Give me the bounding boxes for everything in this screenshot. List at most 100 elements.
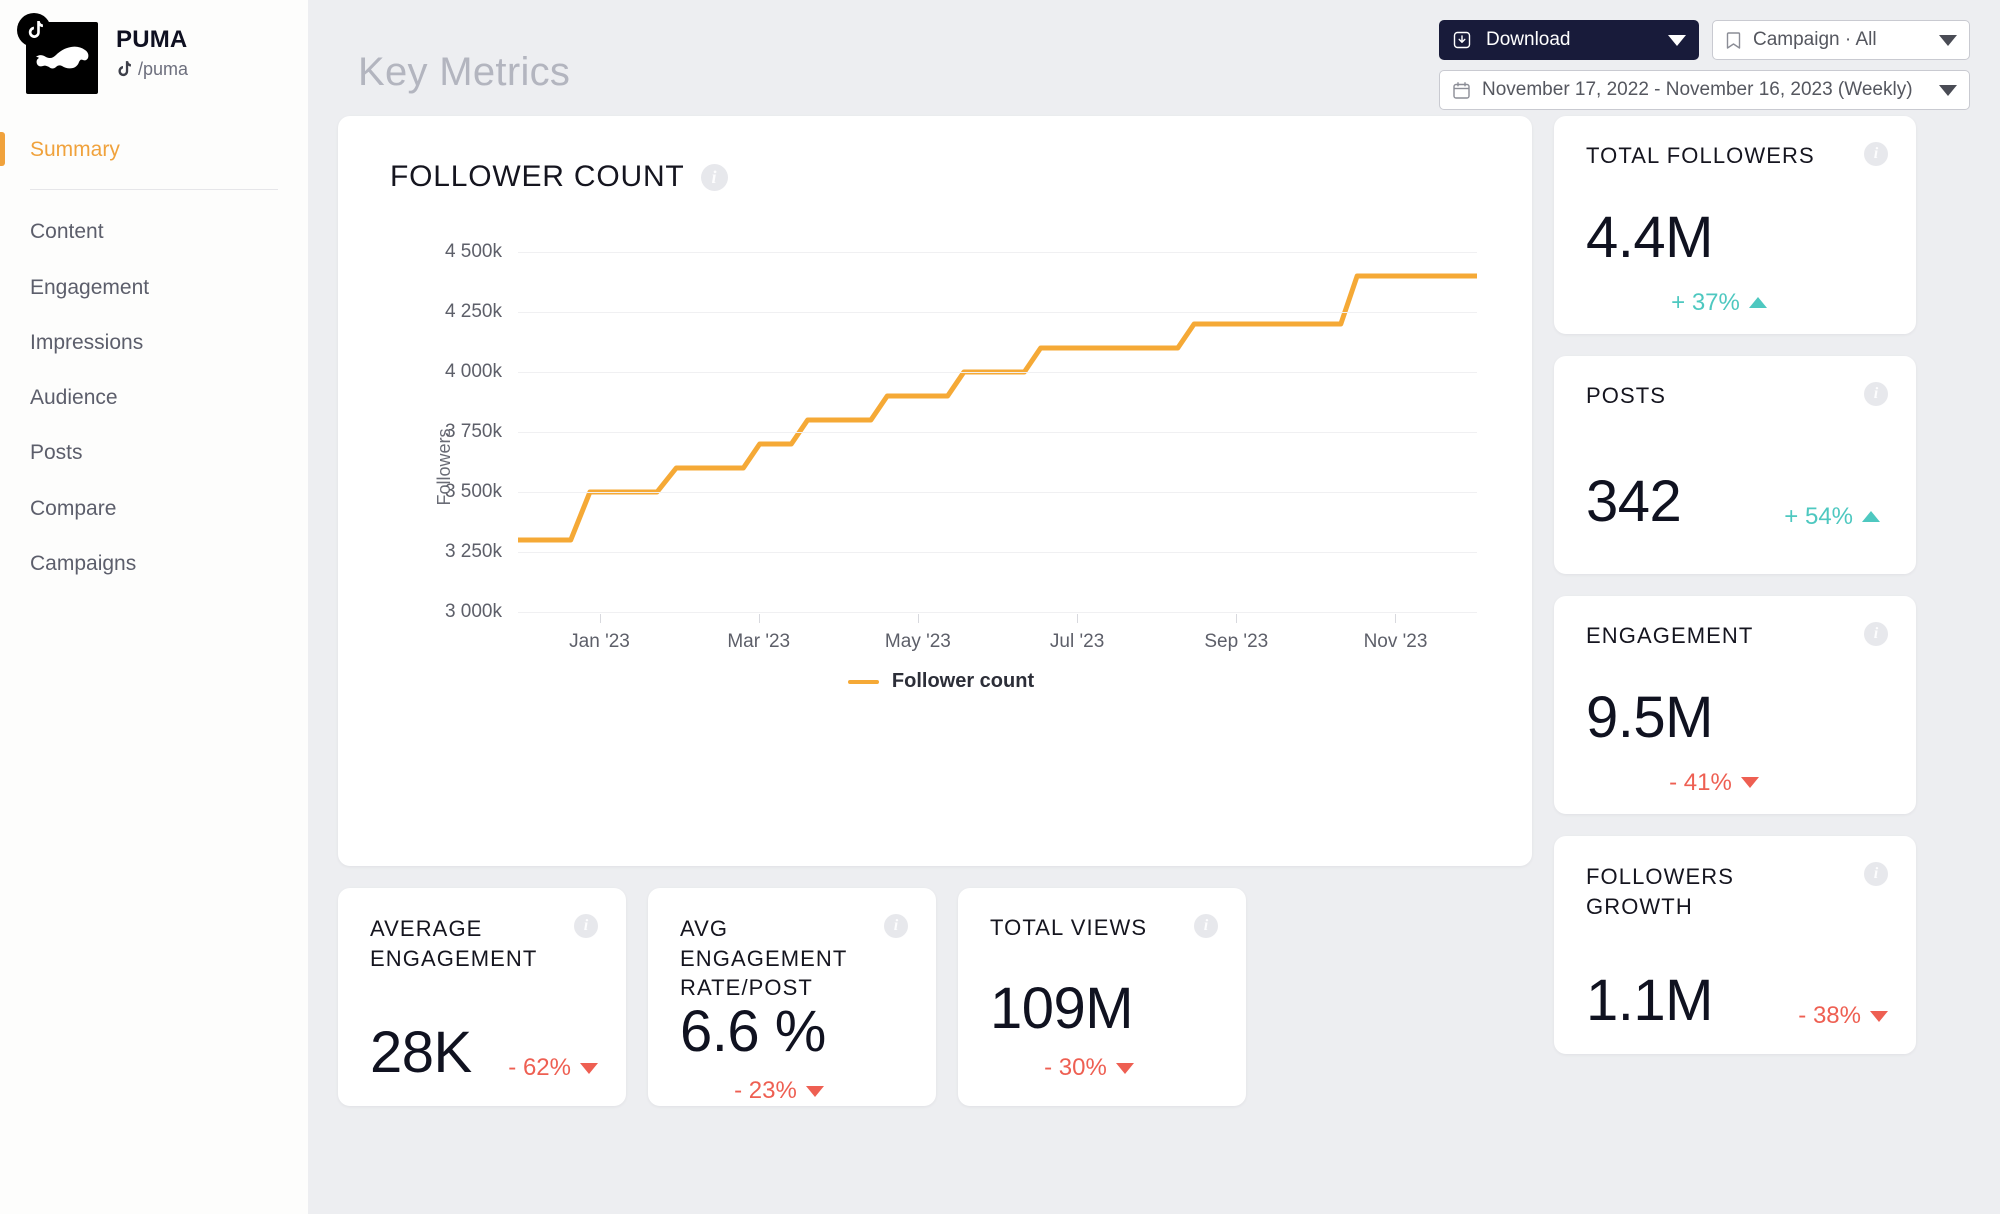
kpi-delta: + 54% [1784,503,1880,531]
sidebar-item-label: Campaigns [30,552,137,576]
info-icon[interactable]: i [1864,382,1888,406]
kpi-delta-row: - 30% [990,1054,1218,1082]
app-root: PUMA /puma Summary Content Engagement Im… [0,0,2000,1214]
gridline [518,252,1477,253]
kpi-total-views: TOTAL VIEWS i 109M - 30% [958,888,1246,1106]
right-column: TOTAL FOLLOWERS i 4.4M + 37% POSTS i 342… [1554,116,1916,1106]
x-axis-ticks: Jan '23 Mar '23 May '23 Jul '23 Sep '23 Nov '… [518,614,1477,654]
gridline [518,432,1477,433]
arrow-up-icon [1748,297,1767,309]
kpi-title: AVG ENGAGEMENT RATE/POST [680,916,848,1001]
topbar: Key Metrics Download Campaign · All Nove… [338,0,1970,116]
kpi-value: 342 [1586,468,1682,534]
kpi-delta: - 38% [1798,1002,1888,1030]
info-icon[interactable]: i [1194,914,1218,938]
gridline [518,372,1477,373]
y-axis-tick-label: 4 500k [444,241,502,262]
kpi-delta-text: - 41% [1669,768,1732,796]
sidebar-item-engagement[interactable]: Engagement [0,260,308,315]
chart-header: FOLLOWER COUNT i [390,160,1492,194]
kpi-total-followers: TOTAL FOLLOWERS i 4.4M + 37% [1554,116,1916,334]
kpi-delta-row: - 23% [680,1077,908,1105]
gridline [518,552,1477,553]
kpi-header: TOTAL VIEWS i [990,914,1218,943]
follower-count-chart-card: FOLLOWER COUNT i Followers 3 000k 3 250k 3… [338,116,1532,866]
profile-block: PUMA /puma [0,0,308,94]
sidebar-item-label: Compare [30,496,117,520]
profile-name: PUMA [116,26,188,53]
chart-title: FOLLOWER COUNT [390,160,685,193]
profile-text: PUMA /puma [98,22,188,80]
sidebar-item-label: Audience [30,386,118,410]
chevron-down-icon [1668,34,1686,46]
kpi-value: 28K [370,1020,472,1085]
follower-count-series [518,276,1477,540]
kpi-delta-text: + 37% [1671,288,1740,316]
kpi-value: 4.4M [1586,204,1713,270]
sidebar-item-label: Content [30,220,104,244]
kpi-delta-text: - 62% [508,1054,571,1081]
info-icon[interactable]: i [1864,622,1888,646]
x-axis-tick-label: Sep '23 [1204,631,1269,652]
bookmark-icon [1725,31,1742,50]
sidebar-item-audience[interactable]: Audience [0,370,308,425]
kpi-title: AVERAGE ENGAGEMENT [370,916,538,971]
page-title: Key Metrics [358,50,571,94]
sidebar-item-impressions[interactable]: Impressions [0,315,308,370]
kpi-header: TOTAL FOLLOWERS i [1586,142,1888,171]
kpi-header: AVERAGE ENGAGEMENT i [370,914,598,973]
arrow-down-icon [1740,777,1759,789]
sidebar-item-campaigns[interactable]: Campaigns [0,536,308,591]
kpi-delta-text: + 54% [1784,502,1853,530]
kpi-value-row: 28K - 62% [370,1024,598,1082]
date-range-value: November 17, 2022 - November 16, 2023 (W… [1482,79,1913,100]
y-axis-tick-label: 3 000k [444,601,502,622]
info-icon[interactable]: i [574,914,598,938]
kpi-delta-text: - 23% [734,1077,797,1105]
download-label: Download [1486,29,1571,50]
x-axis-tick-mark [599,614,601,623]
kpi-engagement: ENGAGEMENT i 9.5M - 41% [1554,596,1916,814]
sidebar: PUMA /puma Summary Content Engagement Im… [0,0,308,1214]
sidebar-divider [30,189,278,191]
calendar-icon [1452,81,1471,100]
y-axis-tick-label: 4 000k [444,361,502,382]
header-controls-row-2: November 17, 2022 - November 16, 2023 (W… [1439,70,1970,110]
sidebar-item-posts[interactable]: Posts [0,425,308,480]
kpi-delta: - 30% [1044,1054,1134,1082]
x-axis-tick-label: Jan '23 [569,631,630,652]
y-axis-ticks: 3 000k 3 250k 3 500k 3 750k 4 000k 4 250k 4 50… [390,241,502,622]
legend-label: Follower count [891,670,1035,692]
kpi-avg-engagement-rate-post: AVG ENGAGEMENT RATE/POST i 6.6 % - 23% [648,888,936,1106]
info-icon[interactable]: i [884,914,908,938]
date-range-select[interactable]: November 17, 2022 - November 16, 2023 (W… [1439,70,1970,110]
arrow-down-icon [1115,1062,1134,1074]
kpi-header: POSTS i [1586,382,1888,411]
download-button[interactable]: Download [1439,20,1699,60]
gridline [518,612,1477,613]
kpi-posts: POSTS i 342 + 54% [1554,356,1916,574]
bottom-kpi-row: AVERAGE ENGAGEMENT i 28K - 62% AVG ENGAG… [338,888,1532,1106]
sidebar-item-compare[interactable]: Compare [0,481,308,536]
info-icon[interactable]: i [1864,862,1888,886]
sidebar-item-label: Posts [30,441,83,465]
kpi-title: ENGAGEMENT [1586,623,1754,648]
legend-swatch [847,679,879,684]
info-icon[interactable]: i [1864,142,1888,166]
x-axis-tick-mark [758,614,760,623]
kpi-average-engagement: AVERAGE ENGAGEMENT i 28K - 62% [338,888,626,1106]
main-content: Key Metrics Download Campaign · All Nove… [308,0,2000,1214]
profile-handle-row: /puma [116,59,188,80]
kpi-delta-row: + 37% [1586,289,1888,317]
campaign-filter-select[interactable]: Campaign · All [1712,20,1970,60]
kpi-header: ENGAGEMENT i [1586,622,1888,651]
kpi-header: AVG ENGAGEMENT RATE/POST i [680,914,908,1003]
kpi-header: FOLLOWERS GROWTH i [1586,862,1888,921]
kpi-title: TOTAL VIEWS [990,915,1148,940]
sidebar-item-content[interactable]: Content [0,204,308,259]
sidebar-item-summary[interactable]: Summary [0,124,308,175]
sidebar-nav-group: Content Engagement Impressions Audience … [0,204,308,591]
info-icon[interactable]: i [700,163,728,191]
sidebar-nav: Summary Content Engagement Impressions A… [0,124,308,591]
avatar [17,13,98,94]
